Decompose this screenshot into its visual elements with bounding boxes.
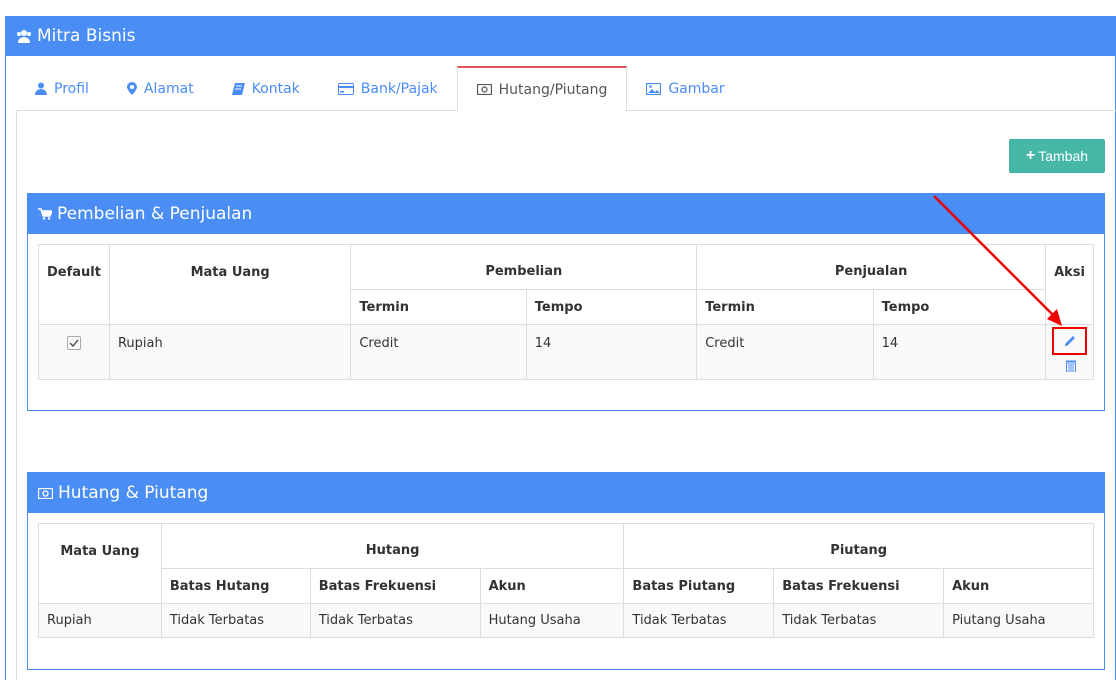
tab-label: Bank/Pajak [360,80,438,97]
cart-icon [38,208,52,220]
money-icon [38,487,53,499]
col-batas-hutang: Batas Hutang [160,568,311,604]
col-piutang-batas-frekuensi: Batas Frekuensi [773,568,945,604]
col-hutang-akun: Akun [479,568,625,604]
col-pembelian: Pembelian [350,244,698,290]
hutang-batas-frekuensi-cell: Tidak Terbatas [309,603,481,638]
money-icon [476,84,492,95]
table-row: Rupiah Tidak Terbatas Tidak Terbatas Hut… [38,603,1094,638]
col-mata-uang: Mata Uang [38,523,162,604]
hutang-piutang-table: Mata Uang Hutang Piutang Batas Hutang Ba… [38,523,1094,638]
piutang-batas-frekuensi-cell: Tidak Terbatas [773,603,945,638]
credit-card-icon [337,82,354,95]
tab-label: Gambar [668,80,725,97]
annotation-arrow [933,195,1062,326]
tab-gambar[interactable]: Gambar [627,66,743,111]
col-mata-uang: Mata Uang [108,244,352,325]
tab-kontak[interactable]: Kontak [213,66,319,111]
col-piutang-akun: Akun [943,568,1094,604]
mata-uang-cell: Rupiah [38,603,162,638]
pembelian-tempo-cell: 14 [525,324,698,380]
col-batas-piutang: Batas Piutang [623,568,775,604]
book-icon [231,82,245,95]
add-button[interactable]: + Tambah [1009,139,1105,173]
piutang-akun-cell: Piutang Usaha [943,603,1094,638]
image-icon [646,82,662,95]
tab-bank-pajak[interactable]: Bank/Pajak [319,66,457,111]
tab-label: Alamat [143,80,194,97]
hutang-akun-cell: Hutang Usaha [479,603,625,638]
panel-header: Mitra Bisnis [5,16,1116,56]
map-marker-icon [126,82,137,95]
mata-uang-cell: Rupiah [108,324,352,380]
default-checkbox[interactable] [66,336,81,350]
trash-icon [1066,360,1076,373]
tab-label: Profil [54,80,89,97]
tab-hutang-piutang[interactable]: Hutang/Piutang [456,66,628,112]
tab-profil[interactable]: Profil [16,66,108,111]
col-pembelian-tempo: Tempo [525,289,698,325]
panel-title: Mitra Bisnis [37,26,136,46]
plus-icon: + [1025,147,1036,164]
hutang-piutang-header: Hutang & Piutang [28,473,1104,513]
penjualan-termin-cell: Credit [696,324,874,380]
col-piutang: Piutang [623,523,1094,569]
pembelian-termin-cell: Credit [350,324,527,380]
tab-label: Hutang/Piutang [498,81,608,98]
batas-piutang-cell: Tidak Terbatas [623,603,775,638]
col-hutang-batas-frekuensi: Batas Frekuensi [309,568,481,604]
hutang-piutang-title: Hutang & Piutang [58,483,209,503]
default-cell [38,324,110,380]
delete-button[interactable] [1065,357,1077,376]
col-default: Default [38,244,110,325]
col-pembelian-termin: Termin [350,289,527,325]
col-hutang: Hutang [160,523,625,569]
users-icon [16,29,32,43]
user-icon [35,82,47,95]
tab-alamat[interactable]: Alamat [108,66,213,111]
add-button-label: Tambah [1038,148,1089,164]
batas-hutang-cell: Tidak Terbatas [160,603,311,638]
pembelian-penjualan-title: Pembelian & Penjualan [57,204,253,224]
tab-label: Kontak [251,80,300,97]
check-icon [69,339,79,347]
col-penjualan-termin: Termin [696,289,874,325]
tab-bar: Profil Alamat Kontak Bank/Pajak Hutang/P… [16,66,1116,112]
